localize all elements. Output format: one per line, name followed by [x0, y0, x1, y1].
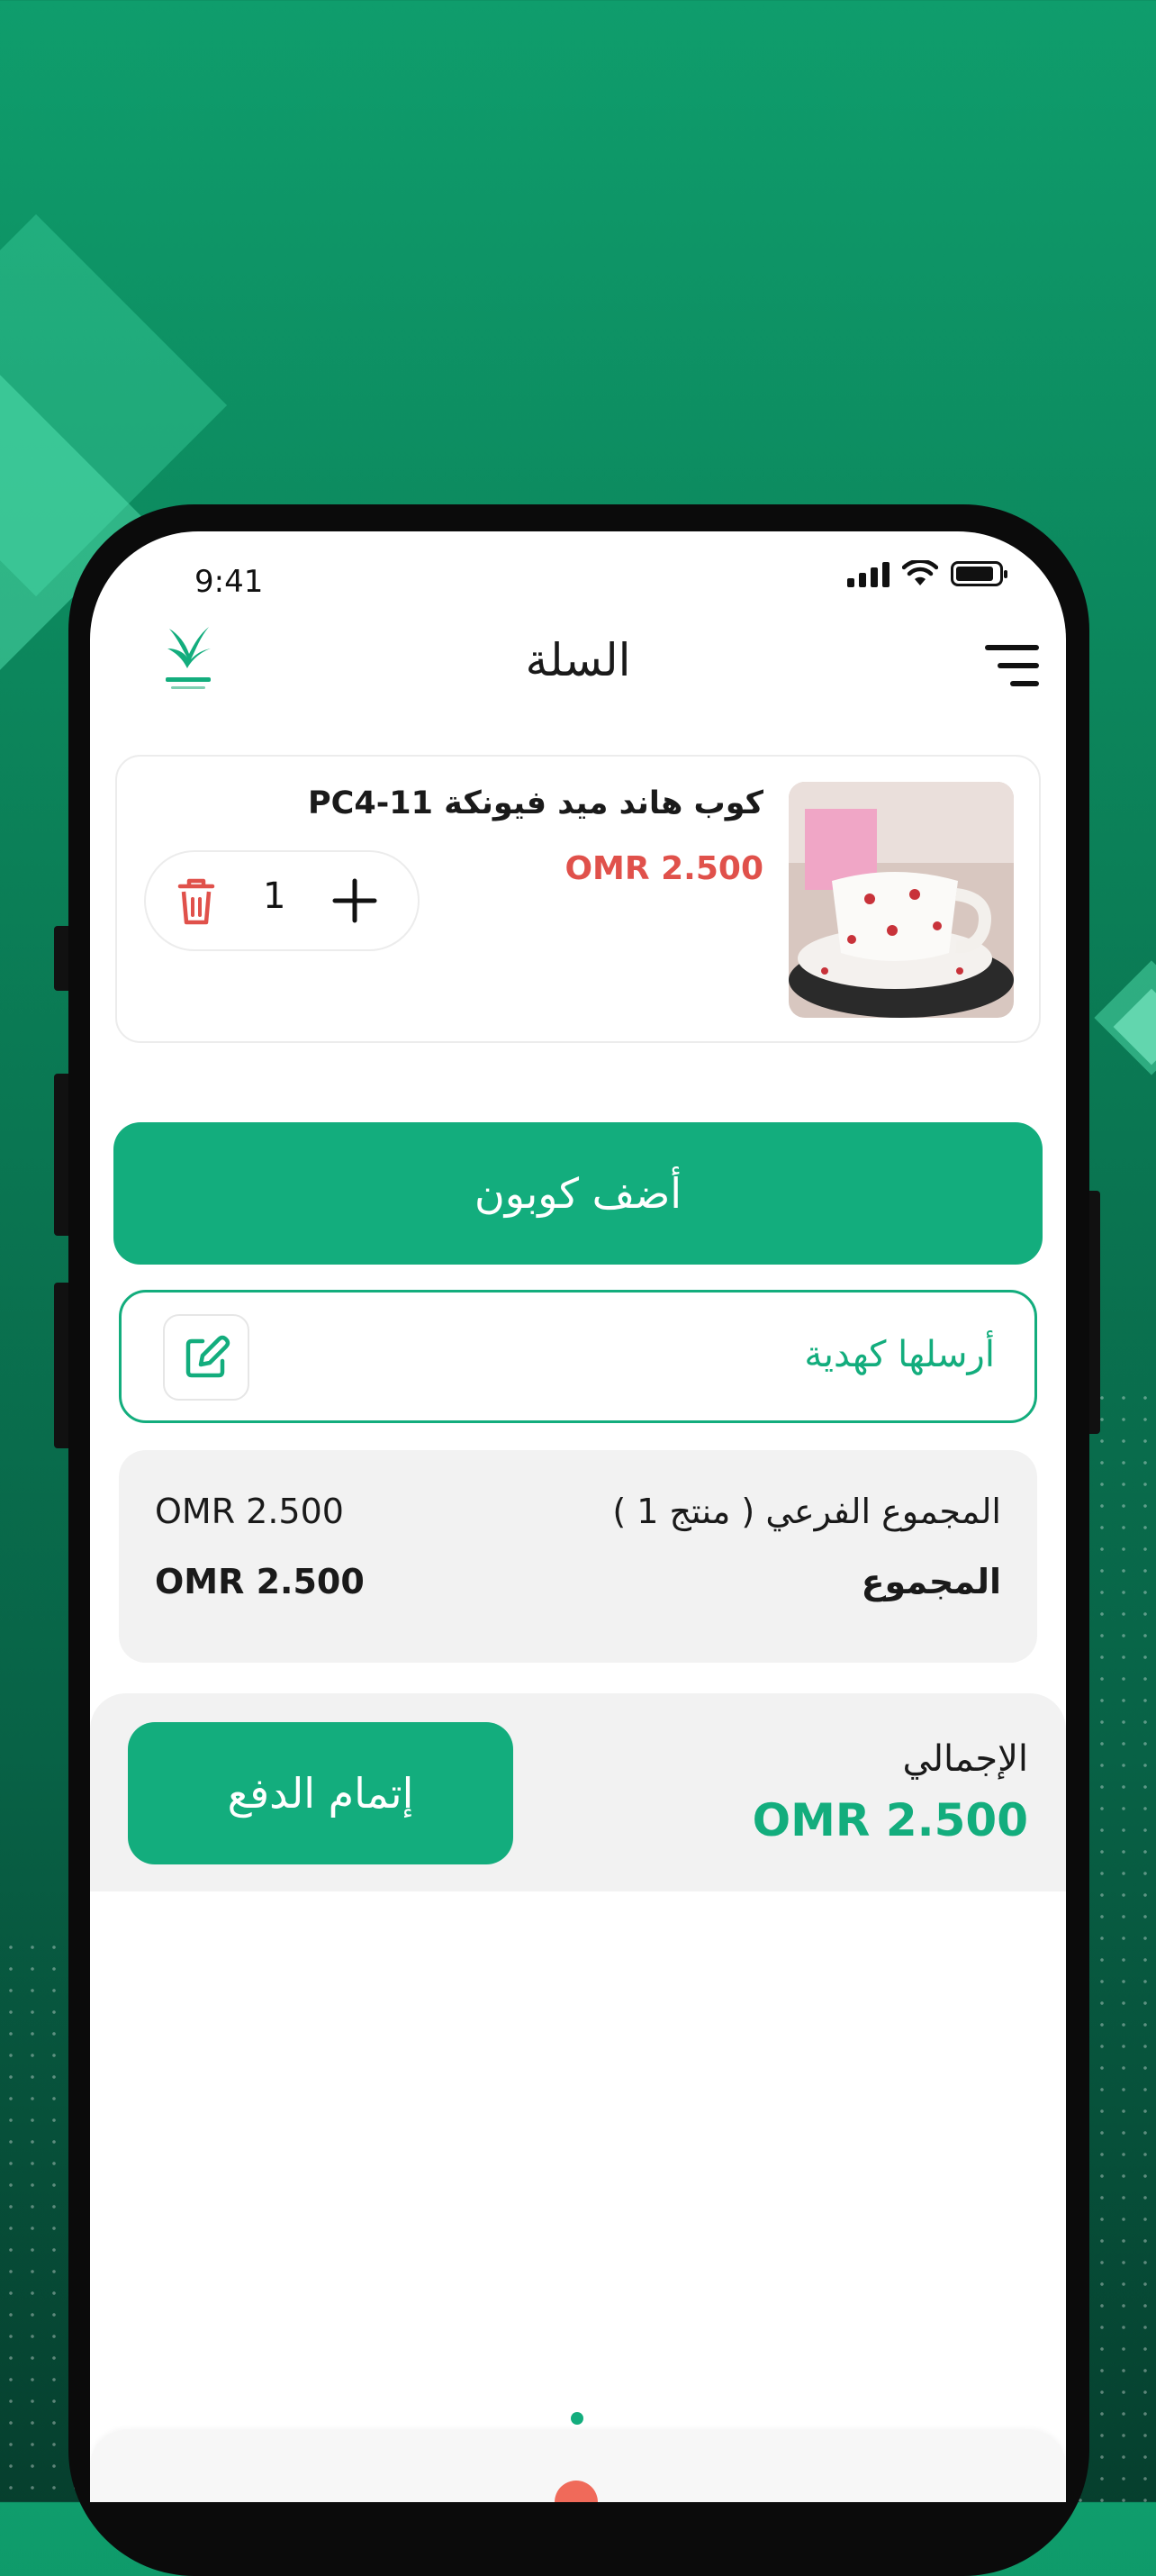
checkout-bar: إتمام الدفع الإجمالي OMR 2.500 [90, 1693, 1066, 1891]
checkout-button[interactable]: إتمام الدفع [128, 1722, 513, 1864]
signal-icon [847, 560, 890, 587]
bottom-navigation [90, 2412, 1066, 2502]
order-summary: المجموع الفرعي ( منتج 1 ) OMR 2.500 المج… [119, 1450, 1037, 1663]
subtotal-value: OMR 2.500 [155, 1492, 344, 1531]
trash-icon[interactable] [169, 872, 223, 930]
product-name[interactable]: كوب هاند ميد فيونكة PC4-11 [308, 785, 763, 821]
quantity-value: 1 [263, 875, 286, 917]
phone-screen: 9:41 السلة كوب هاند ميد فيونكة PC4-11 OM… [90, 531, 1066, 2502]
edit-gift-button[interactable] [163, 1314, 249, 1401]
add-coupon-button[interactable]: أضف كوبون [113, 1122, 1043, 1265]
total-label: المجموع [861, 1562, 1001, 1601]
product-price: OMR 2.500 [564, 850, 763, 887]
battery-icon [951, 561, 1007, 586]
wifi-icon [902, 560, 938, 585]
total-value: OMR 2.500 [155, 1562, 365, 1601]
cart-item-card: كوب هاند ميد فيونكة PC4-11 OMR 2.500 1 [115, 755, 1041, 1043]
status-icons [847, 560, 1007, 587]
active-tab-indicator [571, 2412, 583, 2425]
page-title: السلة [525, 634, 631, 686]
grand-total-label: الإجمالي [902, 1738, 1029, 1780]
send-as-gift-row[interactable]: أرسلها كهدية [119, 1290, 1037, 1423]
header: السلة [90, 621, 1066, 721]
grand-total-value: OMR 2.500 [752, 1794, 1028, 1846]
plus-icon[interactable] [326, 872, 384, 930]
product-image[interactable] [789, 782, 1014, 1018]
menu-icon[interactable] [980, 639, 1039, 694]
cart-badge-icon[interactable] [555, 2481, 598, 2502]
edit-icon [185, 1335, 230, 1378]
status-time: 9:41 [194, 564, 264, 600]
send-as-gift-label: أرسلها كهدية [804, 1334, 995, 1375]
subtotal-label: المجموع الفرعي ( منتج 1 ) [612, 1492, 1001, 1531]
quantity-stepper: 1 [144, 850, 420, 951]
